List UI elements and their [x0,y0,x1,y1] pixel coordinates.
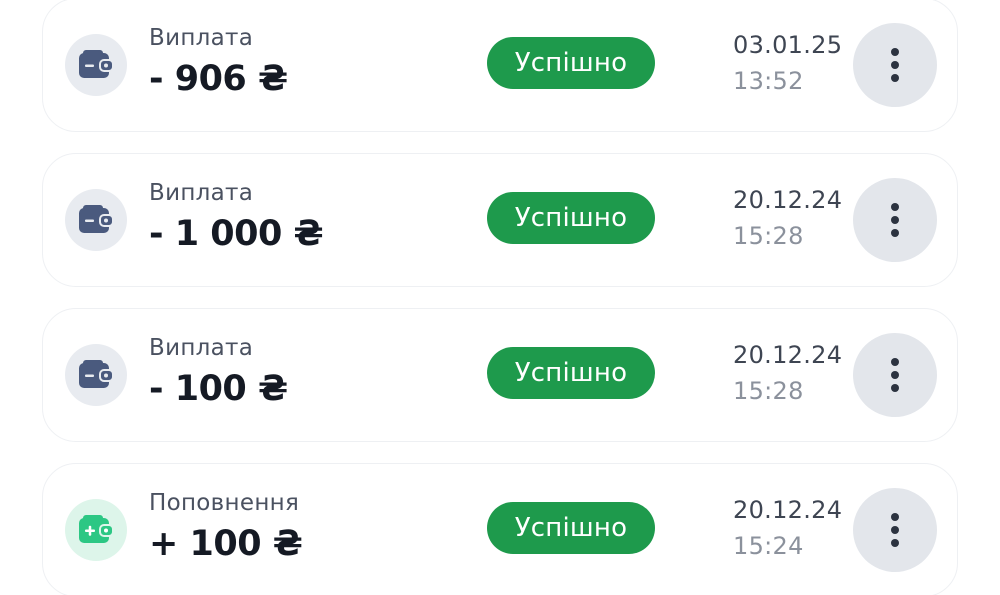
transaction-card[interactable]: Виплата - 906 ₴ Успішно 03.01.25 13:52 [42,0,958,132]
wallet-plus-icon [65,499,127,561]
wallet-minus-icon [65,34,127,96]
transaction-date: 20.12.24 [733,341,843,369]
transaction-date: 20.12.24 [733,186,843,214]
transaction-list: Виплата - 906 ₴ Успішно 03.01.25 13:52 В… [0,0,1000,595]
transaction-card[interactable]: Виплата - 1 000 ₴ Успішно 20.12.24 15:28 [42,153,958,287]
transaction-amount: - 906 ₴ [149,59,288,99]
more-options-button[interactable] [853,23,937,107]
transaction-time: 13:52 [733,67,804,95]
transaction-card[interactable]: Поповнення + 100 ₴ Успішно 20.12.24 15:2… [42,463,958,595]
status-badge: Успішно [487,347,655,399]
wallet-minus-icon [65,344,127,406]
transaction-type: Виплата [149,335,254,361]
status-badge: Успішно [487,192,655,244]
more-options-button[interactable] [853,333,937,417]
transaction-time: 15:28 [733,377,804,405]
transaction-amount: - 1 000 ₴ [149,214,324,254]
transaction-time: 15:24 [733,532,804,560]
more-vertical-icon [891,513,899,521]
wallet-minus-icon [65,189,127,251]
transaction-date: 03.01.25 [733,31,843,59]
more-options-button[interactable] [853,488,937,572]
transaction-amount: + 100 ₴ [149,524,303,564]
transaction-time: 15:28 [733,222,804,250]
more-options-button[interactable] [853,178,937,262]
status-badge: Успішно [487,502,655,554]
status-badge: Успішно [487,37,655,89]
transaction-amount: - 100 ₴ [149,369,288,409]
transaction-card[interactable]: Виплата - 100 ₴ Успішно 20.12.24 15:28 [42,308,958,442]
more-vertical-icon [891,358,899,366]
transaction-date: 20.12.24 [733,496,843,524]
transaction-type: Виплата [149,180,254,206]
more-vertical-icon [891,203,899,211]
more-vertical-icon [891,48,899,56]
transaction-type: Поповнення [149,490,300,516]
transaction-type: Виплата [149,25,254,51]
